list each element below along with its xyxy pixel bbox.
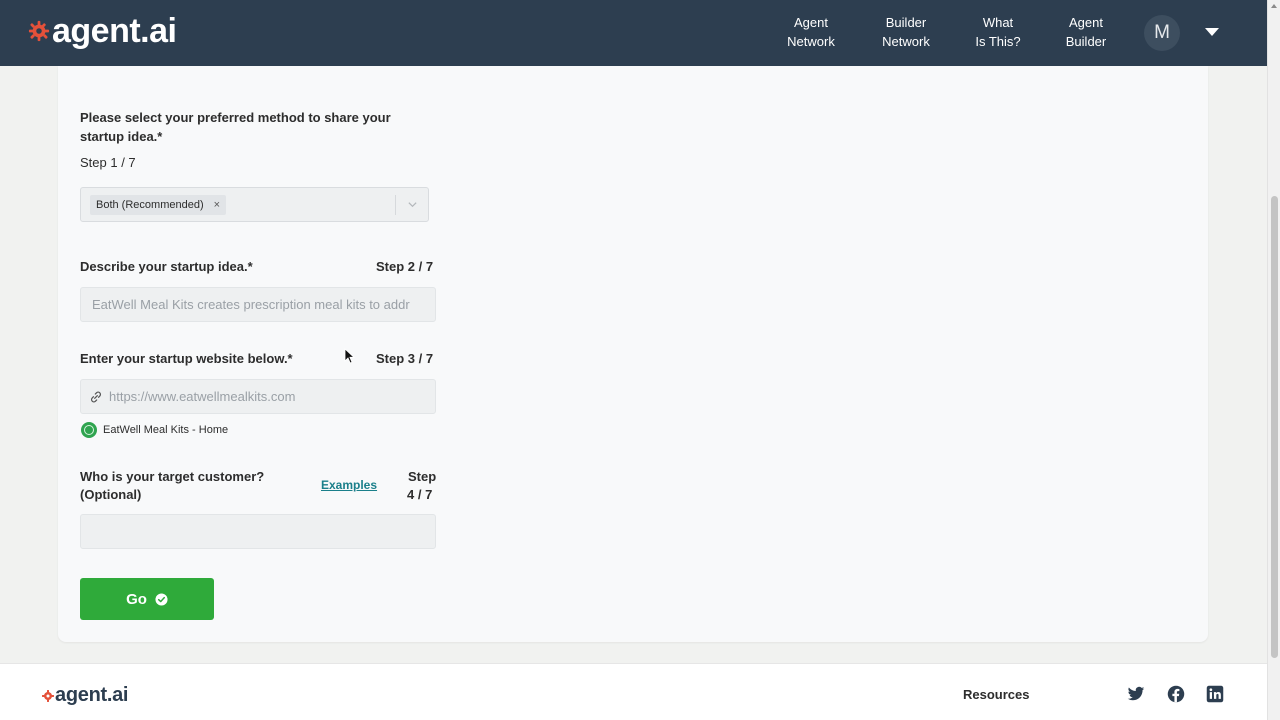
account-menu-caret-icon[interactable] <box>1205 28 1219 36</box>
site-title: EatWell Meal Kits - Home <box>103 424 229 436</box>
go-button[interactable]: Go <box>80 578 214 620</box>
chip-label: Both (Recommended) <box>96 199 204 211</box>
selected-option-chip: Both (Recommended) × <box>90 195 227 215</box>
go-label: Go <box>126 590 147 608</box>
footer-logo-text: agent.ai <box>55 684 129 706</box>
nav-label-line2: Network <box>882 34 930 49</box>
startup-idea-value: EatWell Meal Kits creates prescription m… <box>92 297 410 312</box>
startup-idea-input[interactable]: EatWell Meal Kits creates prescription m… <box>80 287 436 322</box>
nav-label-line2: Is This? <box>975 34 1021 49</box>
facebook-icon[interactable] <box>1167 685 1185 703</box>
link-icon <box>91 391 101 402</box>
footer-logo[interactable]: agent.ai <box>42 684 128 707</box>
page-footer: agent.ai Resources <box>0 663 1267 720</box>
logo-text: agent.ai <box>52 12 177 50</box>
scroll-up-arrow-icon[interactable] <box>1271 4 1277 8</box>
nav-what-is-this[interactable]: What Is This? <box>972 13 1024 51</box>
site-favicon-icon <box>81 422 97 438</box>
agent-ai-logo[interactable]: agent.ai <box>28 12 177 50</box>
page-scrollbar[interactable] <box>1267 0 1280 720</box>
nav-builder-network[interactable]: Builder Network <box>878 13 934 51</box>
mouse-pointer-icon <box>344 348 355 364</box>
q2-step-indicator: Step 2 / 7 <box>376 259 434 274</box>
resources-links-clipped <box>963 716 1053 720</box>
target-customer-input[interactable] <box>80 514 436 549</box>
q3-step-indicator: Step 3 / 7 <box>376 351 434 366</box>
examples-link[interactable]: Examples <box>321 478 377 492</box>
q3-label: Enter your startup website below.* <box>80 351 293 366</box>
select-separator <box>395 195 396 215</box>
nav-label-line1: Agent <box>794 15 828 30</box>
q4-label-line2: (Optional) <box>80 487 142 502</box>
nav-label-line1: Agent <box>1069 15 1103 30</box>
q4-label-line1: Who is your target customer? <box>80 469 265 484</box>
top-nav-bar: agent.ai Agent Network Builder Network W… <box>0 0 1267 66</box>
q1-label-line1: Please select your preferred method to s… <box>80 110 391 125</box>
website-url-input[interactable]: https://www.eatwellmealkits.com <box>80 379 436 414</box>
gear-logo-icon <box>42 689 54 702</box>
resources-heading: Resources <box>963 687 1030 702</box>
scrollbar-thumb[interactable] <box>1271 196 1278 658</box>
q1-step-indicator: Step 1 / 7 <box>80 155 136 170</box>
nav-label-line1: What <box>982 15 1014 30</box>
linkedin-icon[interactable] <box>1206 685 1224 703</box>
gear-logo-icon <box>28 20 50 42</box>
nav-agent-network[interactable]: Agent Network <box>785 13 837 51</box>
nav-agent-builder[interactable]: Agent Builder <box>1062 13 1110 51</box>
q4-step-line2: 4 / 7 <box>407 487 433 502</box>
nav-label-line1: Builder <box>885 15 927 30</box>
nav-label-line2: Builder <box>1065 34 1107 49</box>
q1-label-line2: startup idea.* <box>80 129 163 144</box>
twitter-icon[interactable] <box>1127 685 1145 703</box>
q2-label: Describe your startup idea.* <box>80 259 253 274</box>
website-preview[interactable]: EatWell Meal Kits - Home <box>81 422 228 438</box>
website-url-value: https://www.eatwellmealkits.com <box>109 389 296 404</box>
remove-chip-icon[interactable]: × <box>214 199 220 211</box>
user-avatar[interactable]: M <box>1144 15 1180 51</box>
check-circle-icon <box>155 592 168 606</box>
share-method-select[interactable]: Both (Recommended) × <box>80 187 429 222</box>
nav-label-line2: Network <box>787 34 835 49</box>
chevron-down-icon[interactable] <box>407 199 418 210</box>
q4-step-line1: Step <box>408 469 437 484</box>
